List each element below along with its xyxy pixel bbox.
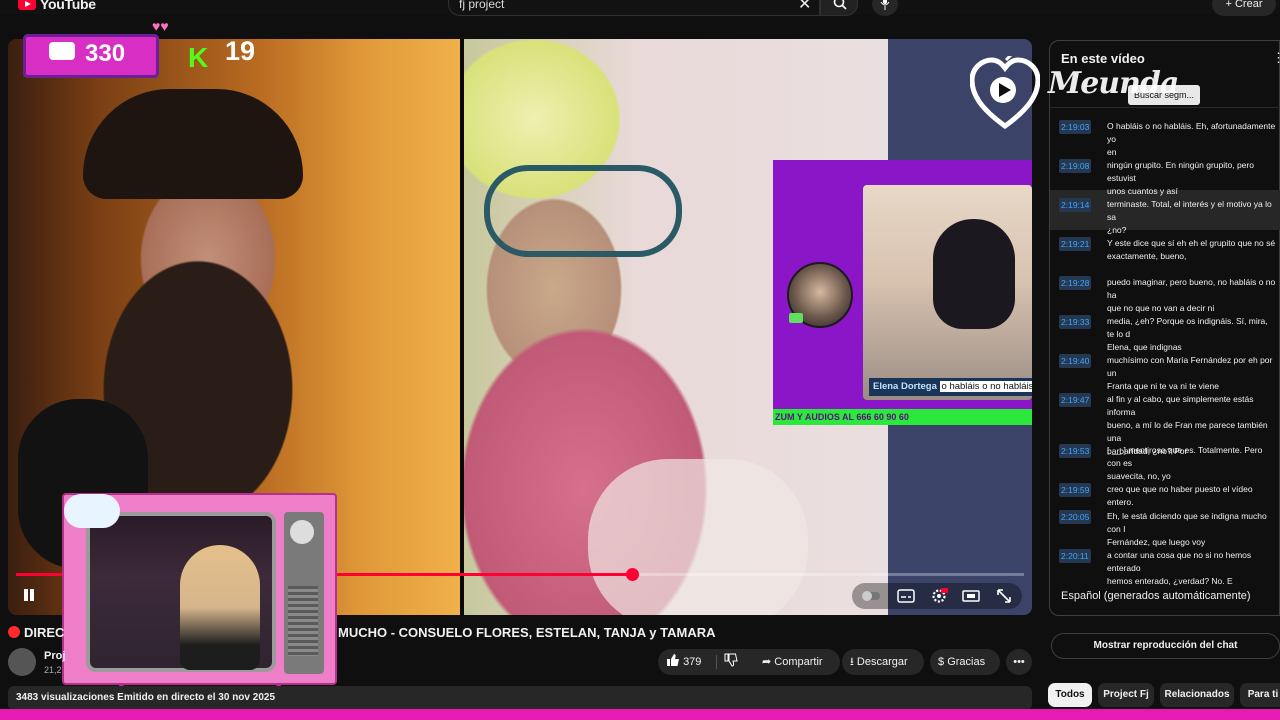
segment-text: muchísimo con María Fernández por eh por… xyxy=(1107,355,1273,391)
create-label: Crear xyxy=(1234,0,1263,10)
video-description-box[interactable]: 3483 visualizaciones Emitido en directo … xyxy=(8,686,1032,710)
pause-button[interactable] xyxy=(20,587,38,605)
thanks-label: Gracias xyxy=(947,656,986,668)
chip-for-you[interactable]: Para ti xyxy=(1240,683,1280,707)
like-separator xyxy=(716,655,717,669)
segment-text: creo que que no haber puesto el vídeo en… xyxy=(1107,484,1253,507)
segment-text: [ __ ] mentiroso que es. Totalmente. Per… xyxy=(1107,445,1263,481)
inset-guest-hair xyxy=(933,219,1015,329)
chip-related[interactable]: Relacionados xyxy=(1160,683,1234,707)
autoplay-toggle[interactable] xyxy=(862,588,880,604)
fullscreen-icon[interactable] xyxy=(996,588,1014,604)
segment-timestamp[interactable]: 2:19:47 xyxy=(1059,393,1092,407)
download-button[interactable]: ⭳ Descargar xyxy=(842,649,924,675)
inset-mic-indicator xyxy=(789,313,803,323)
thumbs-up-icon xyxy=(667,654,679,666)
guest-name: Elena Dortega xyxy=(873,381,937,392)
share-button[interactable]: ➦ Compartir xyxy=(752,649,840,675)
thumbs-down-icon xyxy=(724,653,738,667)
segment-text: puedo imaginar, pero bueno, no habláis o… xyxy=(1107,277,1276,313)
live-indicator-icon xyxy=(8,626,20,638)
subtitles-icon[interactable] xyxy=(897,588,915,604)
transcript-menu-icon[interactable]: ⋮ xyxy=(1272,50,1280,66)
transcript-title: En este vídeo xyxy=(1061,51,1145,66)
like-button[interactable]: 379 xyxy=(666,649,701,675)
plus-icon: + xyxy=(1225,0,1235,10)
dislike-button[interactable] xyxy=(724,649,738,675)
guest-glasses xyxy=(484,165,682,257)
search-icon xyxy=(833,0,847,10)
segment-timestamp[interactable]: 2:19:08 xyxy=(1059,159,1092,173)
cloud-icon xyxy=(64,494,120,528)
download-label: Descargar xyxy=(856,656,908,668)
heart-play-logo-icon xyxy=(970,56,1040,130)
clear-search-icon[interactable]: ✕ xyxy=(798,0,811,14)
segment-timestamp[interactable]: 2:19:14 xyxy=(1059,198,1092,212)
video-title-end: MUCHO - CONSUELO FLORES, ESTELAN, TANJA … xyxy=(338,625,716,640)
segment-text: media, ¿eh? Porque os indignáis. Sí, mir… xyxy=(1107,316,1268,352)
segment-text: Y este dice que sí eh eh el grupito que … xyxy=(1107,238,1276,261)
watermark-text: Meunda xyxy=(1048,66,1179,101)
guest-name-tag: Elena Dortega o habláis o no habláis xyxy=(869,378,1032,396)
tv-dial-icon xyxy=(290,520,314,544)
microphone-icon xyxy=(880,0,890,10)
segment-timestamp[interactable]: 2:19:21 xyxy=(1059,237,1092,251)
viewer-count-badge: 330 xyxy=(23,34,159,78)
theater-mode-icon[interactable] xyxy=(962,588,980,604)
segment-timestamp[interactable]: 2:19:59 xyxy=(1059,483,1092,497)
channel-avatar[interactable] xyxy=(8,648,36,676)
facecam-streamer xyxy=(180,545,260,670)
channel-subscribers: 21,2 xyxy=(44,665,62,675)
kick-viewer-count: 19 xyxy=(225,36,256,66)
segment-timestamp[interactable]: 2:20:11 xyxy=(1059,549,1091,563)
thanks-button[interactable]: $ Gracias xyxy=(930,649,1000,675)
transcript-language[interactable]: Español (generados automáticamente) xyxy=(1061,590,1251,602)
segment-timestamp[interactable]: 2:19:28 xyxy=(1059,276,1092,290)
progress-scrubber[interactable] xyxy=(625,568,639,581)
chip-project-fj[interactable]: Project Fj xyxy=(1098,683,1154,707)
inset-caption: o habláis o no habláis xyxy=(939,381,1032,392)
like-count: 379 xyxy=(683,656,702,668)
guest-hand xyxy=(588,459,808,615)
more-actions-button[interactable]: ••• xyxy=(1006,649,1032,675)
segment-text: ningún grupito. En ningún grupito, pero … xyxy=(1107,160,1254,196)
chip-all[interactable]: Todos xyxy=(1048,683,1092,707)
phone-ticker: ZUM Y AUDIOS AL 666 60 90 60 xyxy=(773,409,1032,425)
channel-name[interactable]: Proj xyxy=(44,650,65,662)
share-label: Compartir xyxy=(774,656,823,668)
hearts-icon: ♥♥ xyxy=(152,18,169,34)
search-button[interactable] xyxy=(820,0,858,16)
view-count-date: 3483 visualizaciones Emitido en directo … xyxy=(16,692,276,703)
chat-bubble-icon xyxy=(49,42,75,60)
segment-text: terminaste. Total, el interés y el motiv… xyxy=(1107,199,1272,235)
download-icon: ⭳ xyxy=(850,656,857,668)
more-icon: ••• xyxy=(1013,656,1025,668)
youtube-logo[interactable]: YouTube xyxy=(18,0,96,12)
segment-timestamp[interactable]: 2:19:53 xyxy=(1059,444,1092,458)
kick-logo-icon: K xyxy=(188,42,209,73)
segment-text: O habláis o no habláis. Eh, afortunadame… xyxy=(1107,121,1276,157)
create-button[interactable]: + Crear xyxy=(1212,0,1276,16)
viewer-count: 330 xyxy=(85,40,126,67)
search-input[interactable]: fj project xyxy=(448,0,820,16)
tv-speaker-grille xyxy=(288,586,318,656)
settings-gear-icon[interactable] xyxy=(930,588,948,604)
segment-timestamp[interactable]: 2:19:03 xyxy=(1059,120,1092,134)
youtube-logo-text: YouTube xyxy=(40,0,96,12)
show-chat-replay-button[interactable]: Mostrar reproducción del chat xyxy=(1051,633,1280,659)
share-icon: ➦ xyxy=(762,656,775,668)
thanks-icon: $ xyxy=(938,656,948,668)
segment-text: Eh, le está diciendo que se indigna much… xyxy=(1107,511,1267,547)
overlay-bottom-strip xyxy=(0,709,1280,720)
segment-timestamp[interactable]: 2:19:33 xyxy=(1059,315,1092,329)
video-title-start: DIREC xyxy=(24,625,65,640)
segment-timestamp[interactable]: 2:20:05 xyxy=(1059,510,1092,524)
youtube-play-icon xyxy=(18,0,36,10)
segment-text: a contar una cosa que no si no hemos ent… xyxy=(1107,550,1252,586)
segment-timestamp[interactable]: 2:19:40 xyxy=(1059,354,1092,368)
transcript-divider xyxy=(1050,107,1280,108)
